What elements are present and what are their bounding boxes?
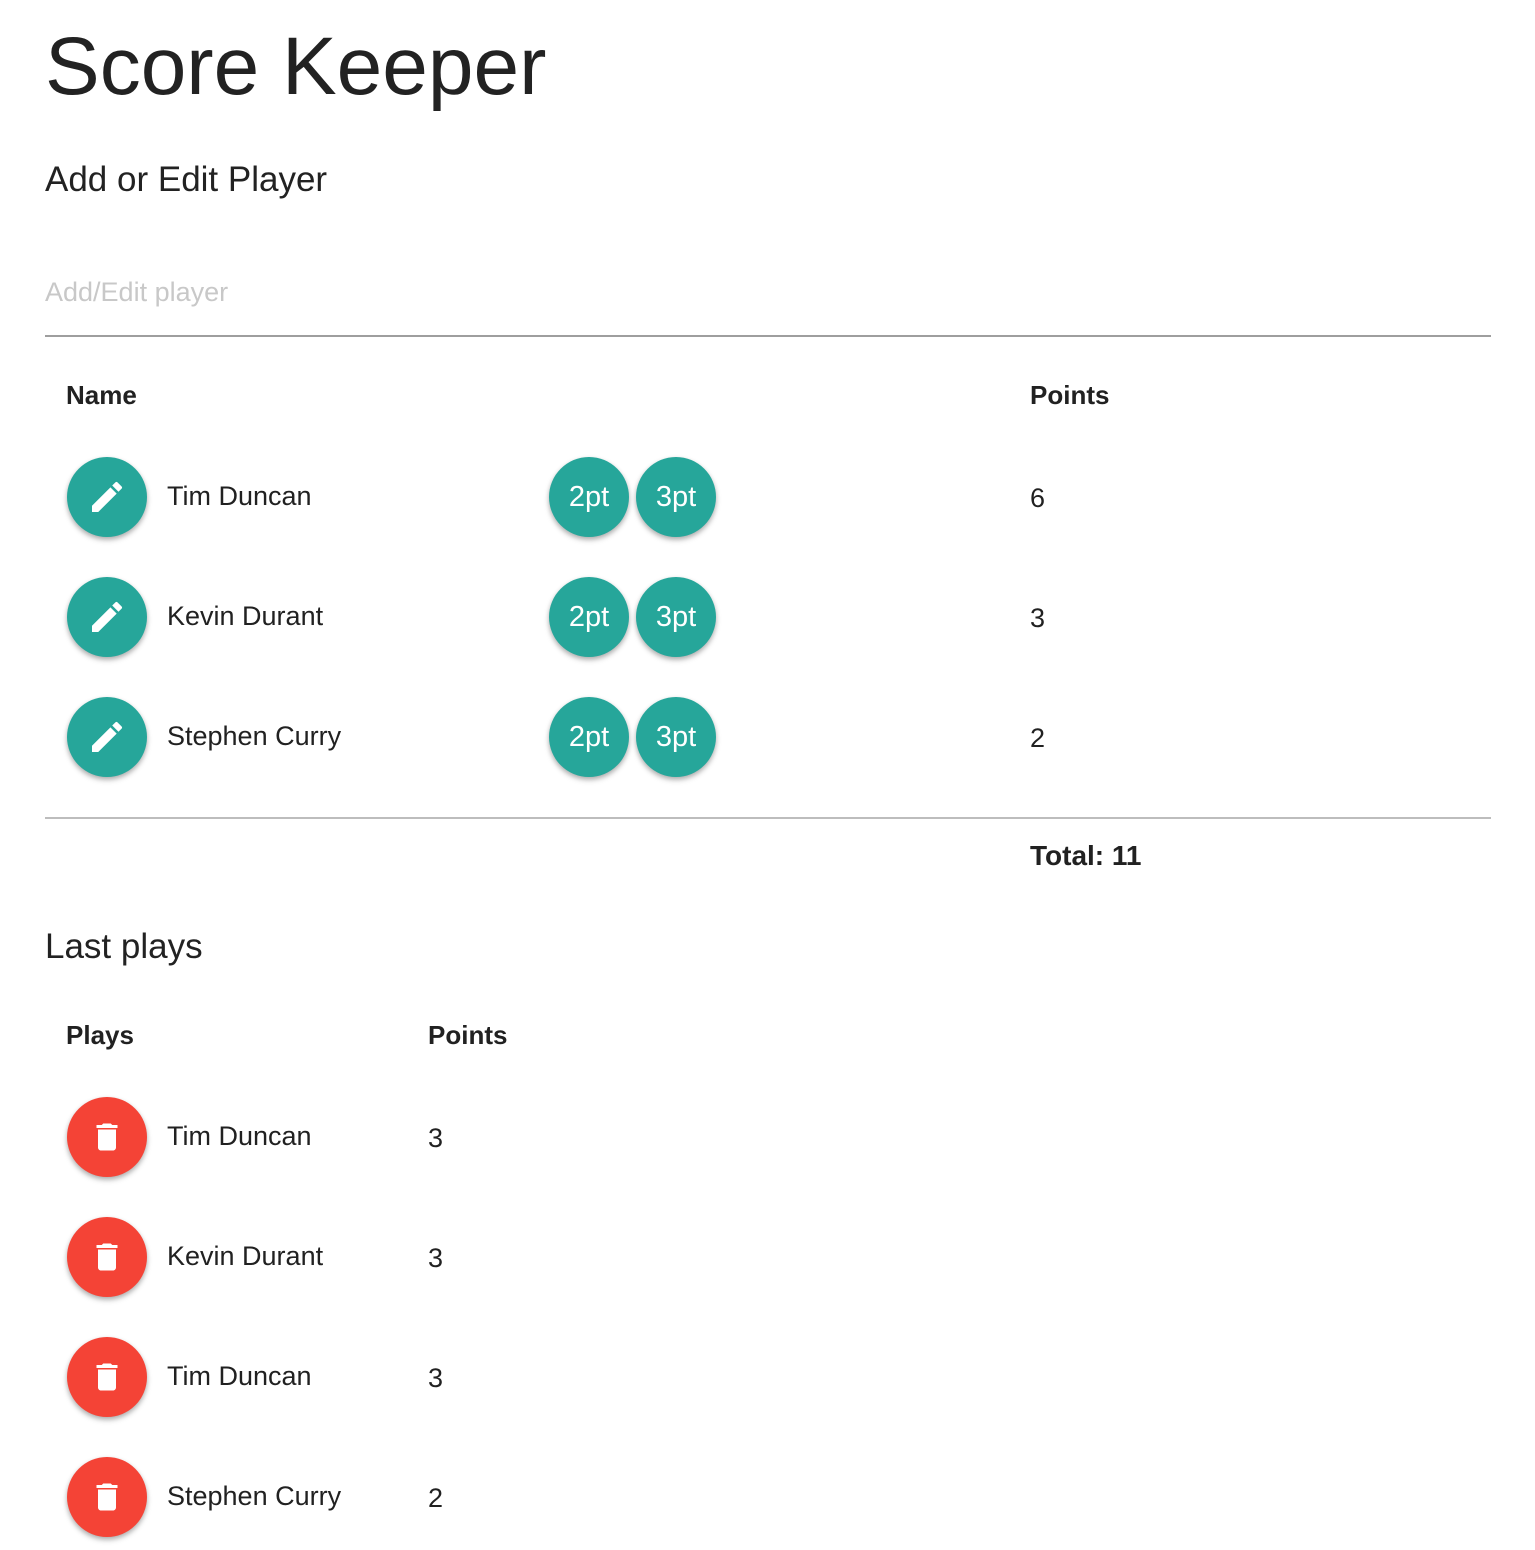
play-points: 3 bbox=[428, 1363, 444, 1393]
add-edit-heading: Add or Edit Player bbox=[45, 160, 328, 199]
play-player-name: Tim Duncan bbox=[167, 1361, 312, 1391]
play-points: 3 bbox=[428, 1123, 444, 1153]
delete-play-button[interactable] bbox=[67, 1337, 147, 1417]
edit-player-button[interactable] bbox=[67, 697, 147, 777]
player-name: Tim Duncan bbox=[167, 481, 312, 511]
add-3pt-label: 3pt bbox=[655, 481, 697, 513]
edit-player-button[interactable] bbox=[67, 457, 147, 537]
points-column-header: Points bbox=[1030, 380, 1110, 410]
plays-points-column-header: Points bbox=[428, 1020, 508, 1050]
trash-icon bbox=[89, 1119, 125, 1155]
delete-play-button[interactable] bbox=[67, 1457, 147, 1537]
add-2pt-label: 2pt bbox=[568, 721, 610, 753]
pencil-icon bbox=[87, 597, 127, 637]
pencil-icon bbox=[87, 477, 127, 517]
trash-icon bbox=[89, 1239, 125, 1275]
play-player-name: Kevin Durant bbox=[167, 1241, 324, 1271]
trash-icon bbox=[89, 1479, 125, 1515]
player-name-input[interactable] bbox=[45, 267, 1491, 317]
delete-play-button[interactable] bbox=[67, 1097, 147, 1177]
player-name: Kevin Durant bbox=[167, 601, 324, 631]
player-points: 2 bbox=[1030, 723, 1046, 753]
add-2pt-label: 2pt bbox=[568, 481, 610, 513]
player-name: Stephen Curry bbox=[167, 721, 342, 751]
player-input-wrap bbox=[45, 255, 1491, 337]
pencil-icon bbox=[87, 717, 127, 757]
add-3pt-label: 3pt bbox=[655, 721, 697, 753]
play-player-name: Tim Duncan bbox=[167, 1121, 312, 1151]
trash-icon bbox=[89, 1359, 125, 1395]
page-title: Score Keeper bbox=[45, 21, 547, 112]
play-player-name: Stephen Curry bbox=[167, 1481, 342, 1511]
add-2pt-label: 2pt bbox=[568, 601, 610, 633]
total-points: Total: 11 bbox=[1030, 840, 1142, 871]
play-points: 2 bbox=[428, 1483, 444, 1513]
play-points: 3 bbox=[428, 1243, 444, 1273]
name-column-header: Name bbox=[66, 380, 137, 410]
add-2pt-button[interactable]: 2pt bbox=[549, 577, 629, 657]
edit-player-button[interactable] bbox=[67, 577, 147, 657]
player-points: 6 bbox=[1030, 483, 1046, 513]
add-2pt-button[interactable]: 2pt bbox=[549, 697, 629, 777]
add-2pt-button[interactable]: 2pt bbox=[549, 457, 629, 537]
add-3pt-button[interactable]: 3pt bbox=[636, 697, 716, 777]
add-3pt-label: 3pt bbox=[655, 601, 697, 633]
plays-column-header: Plays bbox=[66, 1020, 134, 1050]
add-3pt-button[interactable]: 3pt bbox=[636, 577, 716, 657]
add-3pt-button[interactable]: 3pt bbox=[636, 457, 716, 537]
player-points: 3 bbox=[1030, 603, 1046, 633]
delete-play-button[interactable] bbox=[67, 1217, 147, 1297]
table-divider bbox=[45, 817, 1491, 819]
last-plays-heading: Last plays bbox=[45, 927, 203, 966]
